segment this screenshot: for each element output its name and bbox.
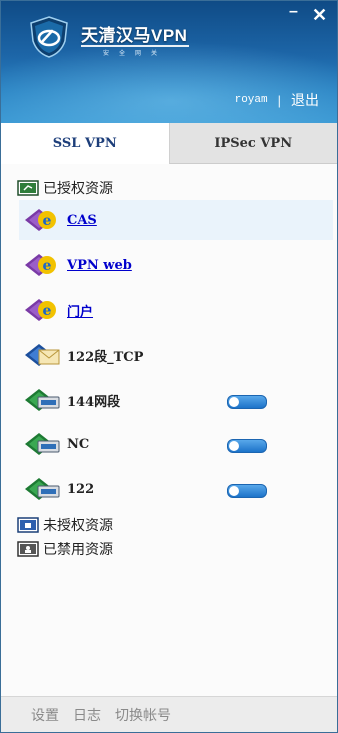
connection-toggle[interactable] <box>227 439 267 453</box>
unauthorized-folder-icon <box>17 517 39 533</box>
switch-account-link[interactable]: 切换帐号 <box>115 705 171 725</box>
vpn-type-tabs: SSL VPN IPSec VPN <box>1 123 337 164</box>
logout-link[interactable]: 退出 <box>291 90 319 110</box>
tab-ipsec-vpn[interactable]: IPSec VPN <box>168 123 337 164</box>
section-disabled-label: 已禁用资源 <box>43 541 113 557</box>
network-segment-icon <box>25 478 60 500</box>
brand-underline <box>81 45 189 47</box>
disabled-folder-icon <box>17 541 39 557</box>
user-separator: | <box>277 92 281 108</box>
section-unauthorized[interactable]: 未授权资源 <box>17 515 113 535</box>
resource-item-vpn-web[interactable]: e VPN web <box>19 245 333 285</box>
section-disabled[interactable]: 已禁用资源 <box>17 539 113 559</box>
network-segment-icon <box>25 389 60 411</box>
ie-web-icon: e <box>25 299 56 321</box>
resource-label: NC <box>67 436 90 452</box>
resource-item-122[interactable]: 122 <box>19 469 333 509</box>
vpn-client-window: 天清汉马VPN 安全网关 – ✕ royam | 退出 SSL VPN IPSe… <box>0 0 338 733</box>
authorized-folder-icon <box>17 180 39 196</box>
log-link[interactable]: 日志 <box>73 705 101 725</box>
connection-toggle[interactable] <box>227 395 267 409</box>
section-authorized[interactable]: 已授权资源 <box>17 178 113 198</box>
svg-text:e: e <box>43 258 52 274</box>
resource-label: CAS <box>67 212 97 228</box>
resource-label: 144网段 <box>67 394 121 410</box>
toggle-knob <box>229 486 239 496</box>
tcp-envelope-icon <box>25 344 60 366</box>
resource-label: VPN web <box>67 257 132 273</box>
username-label: royam <box>234 94 268 106</box>
ie-web-icon: e <box>25 254 56 276</box>
resource-item-cas[interactable]: e CAS <box>19 200 333 240</box>
toggle-knob <box>229 441 239 451</box>
footer-bar: 设置 日志 切换帐号 <box>1 696 337 732</box>
resource-item-144-segment[interactable]: 144网段 <box>19 380 333 420</box>
section-unauthorized-label: 未授权资源 <box>43 517 113 533</box>
connection-toggle[interactable] <box>227 484 267 498</box>
resource-item-nc[interactable]: NC <box>19 424 333 464</box>
settings-link[interactable]: 设置 <box>31 705 59 725</box>
network-segment-icon <box>25 433 60 455</box>
resource-label: 122段_TCP <box>67 349 144 365</box>
close-button[interactable]: ✕ <box>312 5 327 26</box>
user-info-row: royam | 退出 <box>235 90 319 110</box>
resource-label: 122 <box>67 481 95 497</box>
resource-item-122-tcp[interactable]: 122段_TCP <box>19 335 333 375</box>
ie-web-icon: e <box>25 209 56 231</box>
svg-text:e: e <box>43 303 52 319</box>
brand-title: 天清汉马VPN <box>81 26 188 45</box>
brand-subtitle: 安全网关 <box>102 51 167 57</box>
tab-ssl-vpn[interactable]: SSL VPN <box>1 123 169 164</box>
toggle-knob <box>229 397 239 407</box>
header-banner: 天清汉马VPN 安全网关 – ✕ royam | 退出 <box>1 1 337 123</box>
section-authorized-label: 已授权资源 <box>43 180 113 196</box>
shield-logo-icon <box>30 16 68 58</box>
minimize-button[interactable]: – <box>289 3 298 21</box>
resource-item-portal[interactable]: e 门户 <box>19 290 333 330</box>
resource-label: 门户 <box>67 304 94 320</box>
svg-text:e: e <box>43 213 52 229</box>
resource-panel: 已授权资源 e CAS e VPN web e 门户 122段_TCP 144网… <box>1 164 337 696</box>
